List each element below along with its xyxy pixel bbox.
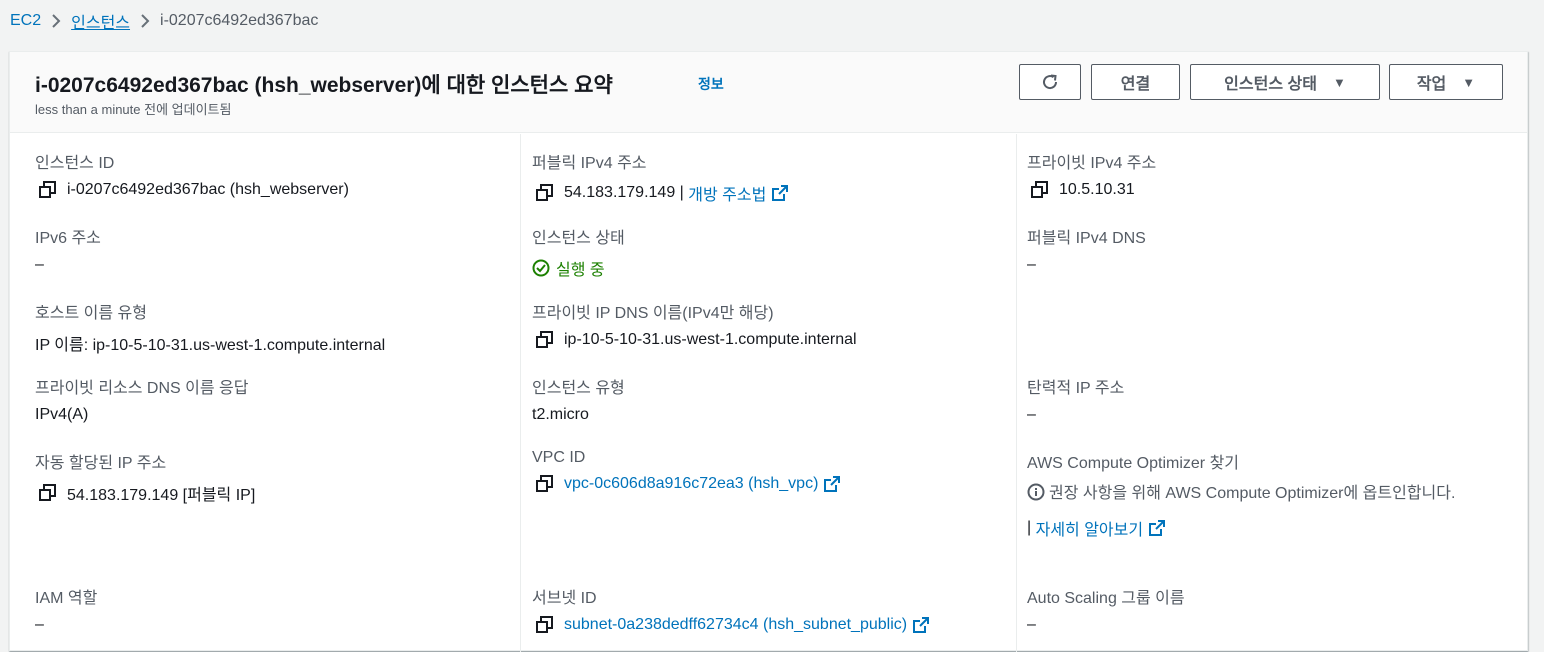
- field-label: 탄력적 IP 주소: [1027, 380, 1125, 397]
- field-value: 10.5.10.31: [1059, 181, 1135, 198]
- external-link-icon: [1149, 520, 1166, 536]
- field-value: –: [1027, 406, 1036, 423]
- field-label: 프라이빗 리소스 DNS 이름 응답: [35, 380, 249, 397]
- field-label: 프라이빗 IPv4 주소: [1027, 155, 1157, 172]
- field-hostname-type: 호스트 이름 유형 IP 이름: ip-10-5-10-31.us-west-1…: [35, 299, 385, 355]
- field-ipv6: IPv6 주소 –: [35, 224, 101, 274]
- optimizer-text: 권장 사항을 위해 AWS Compute Optimizer에 옵트인합니다.: [1049, 485, 1456, 502]
- panel-header: i-0207c6492ed367bac (hsh_webserver)에 대한 …: [10, 52, 1527, 133]
- copy-icon[interactable]: [536, 331, 554, 349]
- actions-label: 작업: [1416, 76, 1447, 93]
- copy-icon[interactable]: [1031, 181, 1049, 199]
- field-label: 퍼블릭 IPv4 DNS: [1027, 230, 1146, 247]
- field-label: 인스턴스 ID: [35, 155, 115, 172]
- column-divider: [520, 134, 521, 652]
- separator: |: [675, 184, 689, 201]
- page-title: i-0207c6492ed367bac (hsh_webserver)에 대한 …: [35, 74, 613, 97]
- separator: |: [1027, 519, 1036, 536]
- field-value: 54.183.179.149 [퍼블릭 IP]: [67, 487, 256, 504]
- copy-icon[interactable]: [39, 484, 57, 502]
- caret-down-icon: ▼: [1462, 74, 1476, 90]
- field-elastic-ip: 탄력적 IP 주소 –: [1027, 374, 1124, 424]
- copy-icon[interactable]: [536, 475, 554, 493]
- field-value: –: [1027, 256, 1036, 273]
- refresh-button[interactable]: [1019, 64, 1081, 100]
- copy-icon[interactable]: [536, 184, 554, 202]
- field-label: 인스턴스 유형: [532, 380, 625, 397]
- field-vpc-id: VPC ID vpc-0c606d8a916c72ea3 (hsh_vpc): [532, 449, 841, 493]
- field-asg-name: Auto Scaling 그룹 이름 –: [1027, 584, 1185, 634]
- status-text: 실행 중: [556, 262, 605, 279]
- field-value: –: [35, 616, 44, 633]
- field-label: 서브넷 ID: [532, 590, 597, 607]
- breadcrumb-ec2[interactable]: EC2: [10, 12, 41, 30]
- field-private-dns: 프라이빗 IP DNS 이름(IPv4만 해당) ip-10-5-10-31.u…: [532, 299, 857, 349]
- field-subnet-id: 서브넷 ID subnet-0a238dedff62734c4 (hsh_sub…: [532, 584, 930, 634]
- learn-more-link[interactable]: 자세히 알아보기: [1036, 516, 1144, 540]
- field-value: –: [1027, 616, 1036, 633]
- instance-state-dropdown[interactable]: 인스턴스 상태 ▼: [1190, 64, 1380, 100]
- field-label: AWS Compute Optimizer 찾기: [1027, 455, 1240, 472]
- connect-button[interactable]: 연결: [1091, 64, 1180, 100]
- field-label: 프라이빗 IP DNS 이름(IPv4만 해당): [532, 305, 774, 322]
- copy-icon[interactable]: [39, 181, 57, 199]
- field-label: 퍼블릭 IPv4 주소: [532, 155, 647, 172]
- field-label: 인스턴스 상태: [532, 230, 625, 247]
- subnet-link[interactable]: subnet-0a238dedff62734c4 (hsh_subnet_pub…: [564, 616, 907, 634]
- chevron-right-icon: [41, 14, 71, 28]
- field-public-dns: 퍼블릭 IPv4 DNS –: [1027, 224, 1146, 274]
- field-private-ipv4: 프라이빗 IPv4 주소 10.5.10.31: [1027, 149, 1156, 199]
- copy-icon[interactable]: [536, 616, 554, 634]
- last-updated-text: less than a minute 전에 업데이트됨: [35, 102, 232, 117]
- connect-label: 연결: [1120, 76, 1151, 93]
- field-label: 호스트 이름 유형: [35, 305, 147, 322]
- field-value: IPv4(A): [35, 406, 89, 423]
- external-link-icon: [913, 617, 930, 633]
- refresh-icon: [1043, 74, 1058, 90]
- field-instance-id: 인스턴스 ID i-0207c6492ed367bac (hsh_webserv…: [35, 149, 349, 199]
- field-iam-role: IAM 역할 –: [35, 584, 97, 634]
- caret-down-icon: ▼: [1332, 74, 1346, 90]
- field-value: t2.micro: [532, 406, 589, 423]
- instance-state-label: 인스턴스 상태: [1224, 76, 1317, 93]
- breadcrumb-instances[interactable]: 인스턴스: [71, 9, 130, 33]
- field-instance-type: 인스턴스 유형 t2.micro: [532, 374, 625, 424]
- field-auto-assigned-ip: 자동 할당된 IP 주소 54.183.179.149 [퍼블릭 IP]: [35, 449, 255, 505]
- field-compute-optimizer: AWS Compute Optimizer 찾기 권장 사항을 위해 AWS C…: [1027, 449, 1517, 540]
- field-value: ip-10-5-10-31.us-west-1.compute.internal: [564, 331, 857, 348]
- field-instance-state: 인스턴스 상태 실행 중: [532, 224, 625, 280]
- info-icon: [1027, 483, 1045, 501]
- field-label: IPv6 주소: [35, 230, 101, 247]
- field-resource-dns: 프라이빗 리소스 DNS 이름 응답 IPv4(A): [35, 374, 248, 424]
- status-success-icon: [532, 259, 550, 277]
- open-address-link[interactable]: 개방 주소법: [688, 181, 766, 205]
- instance-summary-panel: i-0207c6492ed367bac (hsh_webserver)에 대한 …: [9, 51, 1528, 652]
- breadcrumb: EC2 인스턴스 i-0207c6492ed367bac: [10, 8, 318, 34]
- field-value: 54.183.179.149: [564, 184, 676, 201]
- actions-dropdown[interactable]: 작업 ▼: [1389, 64, 1503, 100]
- field-label: IAM 역할: [35, 590, 98, 607]
- external-link-icon: [772, 185, 789, 201]
- chevron-right-icon: [130, 14, 160, 28]
- external-link-icon: [824, 476, 841, 492]
- field-label: Auto Scaling 그룹 이름: [1027, 590, 1185, 607]
- vpc-link[interactable]: vpc-0c606d8a916c72ea3 (hsh_vpc): [564, 475, 818, 493]
- field-label: 자동 할당된 IP 주소: [35, 455, 167, 472]
- field-value: i-0207c6492ed367bac (hsh_webserver): [67, 181, 349, 198]
- field-label: VPC ID: [532, 449, 586, 466]
- field-value: –: [35, 256, 44, 273]
- breadcrumb-current: i-0207c6492ed367bac: [160, 12, 319, 29]
- info-link[interactable]: 정보: [698, 74, 724, 94]
- column-divider: [1016, 134, 1017, 652]
- field-public-ipv4: 퍼블릭 IPv4 주소 54.183.179.149 | 개방 주소법: [532, 149, 789, 205]
- field-value: IP 이름: ip-10-5-10-31.us-west-1.compute.i…: [35, 337, 386, 354]
